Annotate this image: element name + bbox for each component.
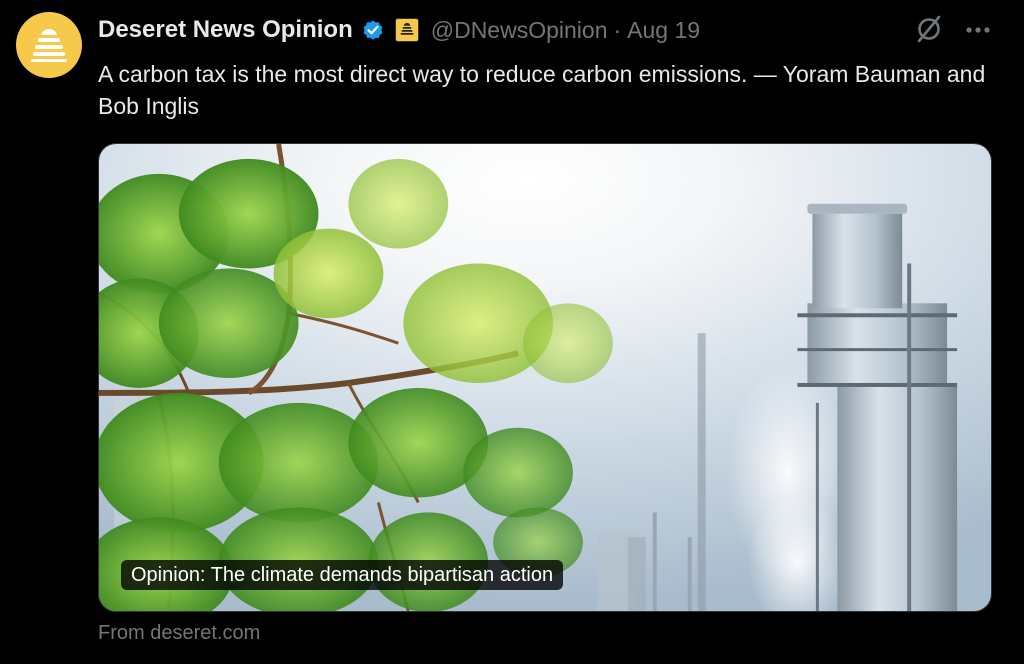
grok-icon[interactable]: [914, 14, 944, 44]
avatar[interactable]: [16, 12, 82, 78]
beehive-badge-icon[interactable]: [394, 18, 419, 42]
tweet[interactable]: Deseret News Opinion @DNewsOpinion · Aug…: [0, 0, 1024, 664]
more-dots-icon[interactable]: [964, 20, 992, 40]
timestamp[interactable]: Aug 19: [627, 17, 700, 44]
separator-dot: ·: [613, 16, 622, 43]
card-source[interactable]: From deseret.com: [98, 622, 260, 645]
handle[interactable]: @DNewsOpinion: [431, 17, 608, 44]
display-name[interactable]: Deseret News Opinion: [98, 16, 353, 44]
tweet-text: A carbon tax is the most direct way to r…: [98, 61, 986, 119]
tweet-header: Deseret News Opinion @DNewsOpinion · Aug…: [98, 14, 700, 46]
beehive-logo-icon: [31, 29, 67, 62]
verified-badge-icon[interactable]: [361, 18, 385, 42]
card-title: Opinion: The climate demands bipartisan …: [121, 560, 564, 590]
link-card[interactable]: Opinion: The climate demands bipartisan …: [98, 143, 992, 612]
card-image: [99, 144, 991, 611]
